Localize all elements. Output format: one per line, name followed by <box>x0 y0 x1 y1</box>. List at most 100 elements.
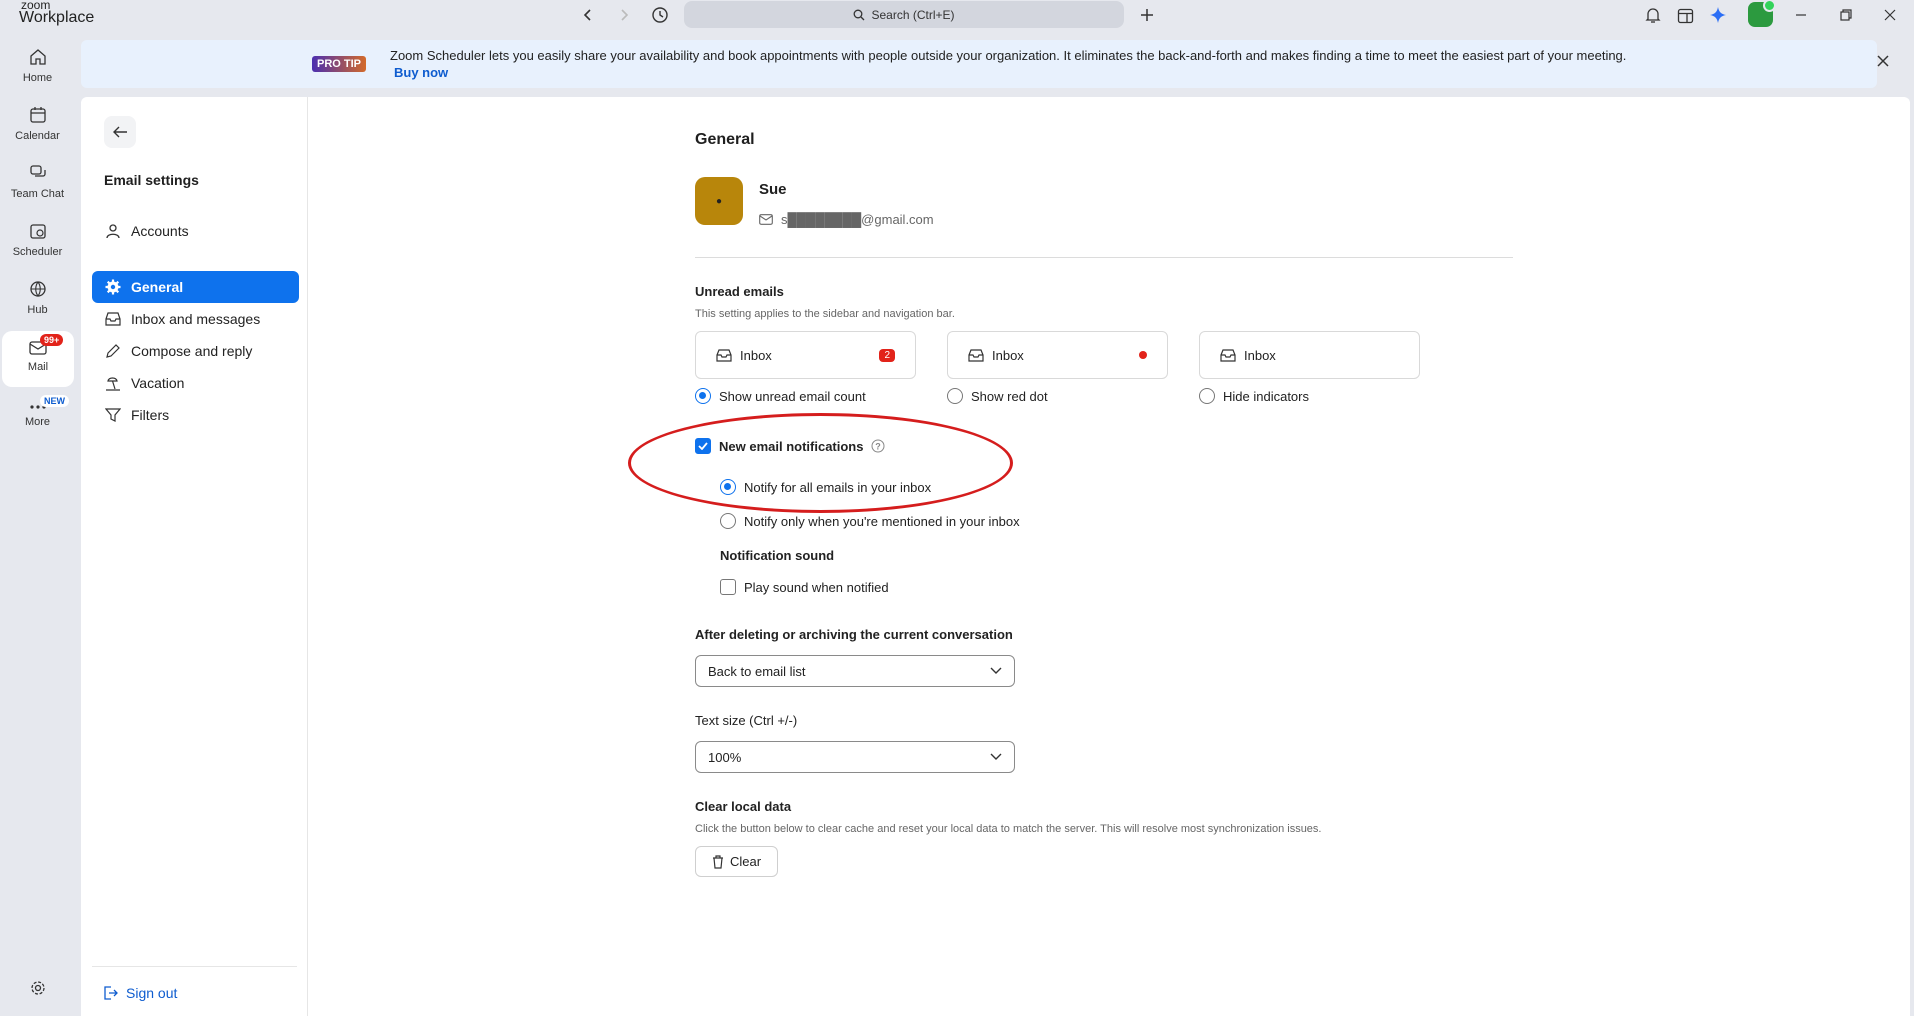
forward-arrow-icon[interactable] <box>612 3 636 27</box>
unread-subtitle: This setting applies to the sidebar and … <box>695 308 955 320</box>
filter-icon <box>105 408 121 422</box>
sign-out-label: Sign out <box>126 985 178 1001</box>
notification-sound-title: Notification sound <box>720 548 835 563</box>
svg-text:?: ? <box>876 442 882 452</box>
inbox-preview-count[interactable]: Inbox 2 <box>695 331 916 379</box>
after-delete-select[interactable]: Back to email list <box>695 655 1015 687</box>
inbox-icon <box>105 312 121 326</box>
pro-tip-text: Zoom Scheduler lets you easily share you… <box>390 48 1627 63</box>
close-icon[interactable] <box>1876 54 1890 68</box>
pro-tip-tag: PRO TIP <box>312 56 367 72</box>
select-value: 100% <box>708 749 742 765</box>
rail-more[interactable]: More NEW <box>0 395 75 440</box>
sign-out-icon <box>104 986 118 1000</box>
inbox-preview-dot[interactable]: Inbox <box>947 331 1168 379</box>
sidebar-item-accounts[interactable]: Accounts <box>92 215 299 247</box>
radio-show-red-dot[interactable]: Show red dot <box>947 388 1048 404</box>
select-value: Back to email list <box>708 663 806 679</box>
chevron-down-icon <box>990 753 1002 760</box>
back-button[interactable] <box>104 116 136 148</box>
rail-label: Mail <box>27 361 49 373</box>
settings-gear-icon[interactable] <box>26 976 50 1000</box>
bell-icon[interactable] <box>1641 3 1665 27</box>
inbox-preview-none[interactable]: Inbox <box>1199 331 1420 379</box>
rail-calendar[interactable]: Calendar <box>0 106 75 148</box>
radio-show-count[interactable]: Show unread email count <box>695 388 866 404</box>
sidebar-item-label: Accounts <box>131 223 189 239</box>
play-sound-toggle[interactable]: Play sound when notified <box>720 579 889 595</box>
rail-scheduler[interactable]: Scheduler <box>0 222 75 264</box>
rail-mail[interactable]: Mail 99+ <box>2 331 74 387</box>
gear-icon <box>105 279 121 295</box>
user-email: s████████@gmail.com <box>759 212 934 227</box>
chevron-down-icon <box>990 667 1002 674</box>
help-icon[interactable]: ? <box>871 439 885 453</box>
buy-now-link[interactable]: Buy now <box>394 65 448 80</box>
sidebar-item-label: General <box>131 279 184 295</box>
avatar: ● <box>695 177 743 225</box>
inbox-icon <box>716 348 732 362</box>
sign-out-link[interactable]: Sign out <box>102 985 177 1001</box>
rail-home[interactable]: Home <box>0 48 75 90</box>
sidebar-item-label: Compose and reply <box>131 343 253 359</box>
calendar-panel-icon[interactable] <box>1673 3 1697 27</box>
calendar-icon <box>29 107 46 123</box>
rail-label: Scheduler <box>12 246 63 258</box>
clear-data-subtitle: Click the button below to clear cache an… <box>695 823 1322 835</box>
sidebar-item-compose[interactable]: Compose and reply <box>92 335 299 367</box>
sidebar-item-general[interactable]: General <box>92 271 299 303</box>
sidebar-divider <box>307 97 308 1016</box>
history-icon[interactable] <box>648 3 672 27</box>
new-email-notifications-toggle[interactable]: New email notifications ? <box>695 438 885 454</box>
sidebar-item-label: Vacation <box>131 375 185 391</box>
search-label: Search (Ctrl+E) <box>871 7 955 22</box>
rail-team-chat[interactable]: Team Chat <box>0 164 75 206</box>
user-avatar-small[interactable] <box>1748 0 1776 27</box>
radio-button[interactable] <box>1199 388 1215 404</box>
rail-hub[interactable]: Hub <box>0 280 75 322</box>
arrow-left-icon <box>113 126 127 138</box>
search-icon <box>854 9 865 20</box>
user-name: Sue <box>759 181 787 198</box>
inbox-icon <box>1220 348 1236 362</box>
chat-icon <box>29 165 46 177</box>
radio-button[interactable] <box>947 388 963 404</box>
sidebar-title: Email settings <box>104 172 199 188</box>
radio-label: Show unread email count <box>719 388 866 404</box>
ai-companion-icon[interactable] <box>1706 3 1730 27</box>
sidebar-item-filters[interactable]: Filters <box>92 399 299 431</box>
rail-label: Calendar <box>15 130 60 142</box>
new-badge: NEW <box>40 395 69 407</box>
plus-icon[interactable] <box>1135 3 1159 27</box>
radio-button[interactable] <box>695 388 711 404</box>
minimize-icon[interactable] <box>1789 3 1813 27</box>
radio-button[interactable] <box>720 513 736 529</box>
sidebar-bottom-divider <box>92 966 297 967</box>
radio-label: Notify for all emails in your inbox <box>744 479 932 495</box>
checkbox-label: New email notifications <box>719 438 864 454</box>
scheduler-icon <box>29 224 46 239</box>
user-email-text: s████████@gmail.com <box>781 212 934 227</box>
sidebar-item-label: Filters <box>131 407 170 423</box>
rail-label: More <box>24 416 51 428</box>
back-arrow-icon[interactable] <box>576 3 600 27</box>
beach-icon <box>106 377 120 391</box>
radio-notify-all[interactable]: Notify for all emails in your inbox <box>720 479 931 495</box>
sidebar-item-vacation[interactable]: Vacation <box>92 367 299 399</box>
clear-button-label: Clear <box>730 854 762 869</box>
checkbox[interactable] <box>695 438 711 454</box>
radio-label: Hide indicators <box>1223 388 1309 404</box>
clear-button[interactable]: Clear <box>695 846 779 877</box>
text-size-title: Text size (Ctrl +/-) <box>695 713 798 728</box>
window-close-icon[interactable] <box>1878 3 1902 27</box>
page-title: General <box>695 131 755 148</box>
restore-icon[interactable] <box>1834 3 1858 27</box>
radio-hide-indicators[interactable]: Hide indicators <box>1199 388 1309 404</box>
radio-button[interactable] <box>720 479 736 495</box>
checkbox[interactable] <box>720 579 736 595</box>
text-size-select[interactable]: 100% <box>695 741 1015 773</box>
person-icon <box>106 224 120 239</box>
search-bar[interactable]: Search (Ctrl+E) <box>684 1 1124 28</box>
radio-notify-mentioned[interactable]: Notify only when you're mentioned in you… <box>720 513 1020 529</box>
sidebar-item-inbox[interactable]: Inbox and messages <box>92 303 299 335</box>
